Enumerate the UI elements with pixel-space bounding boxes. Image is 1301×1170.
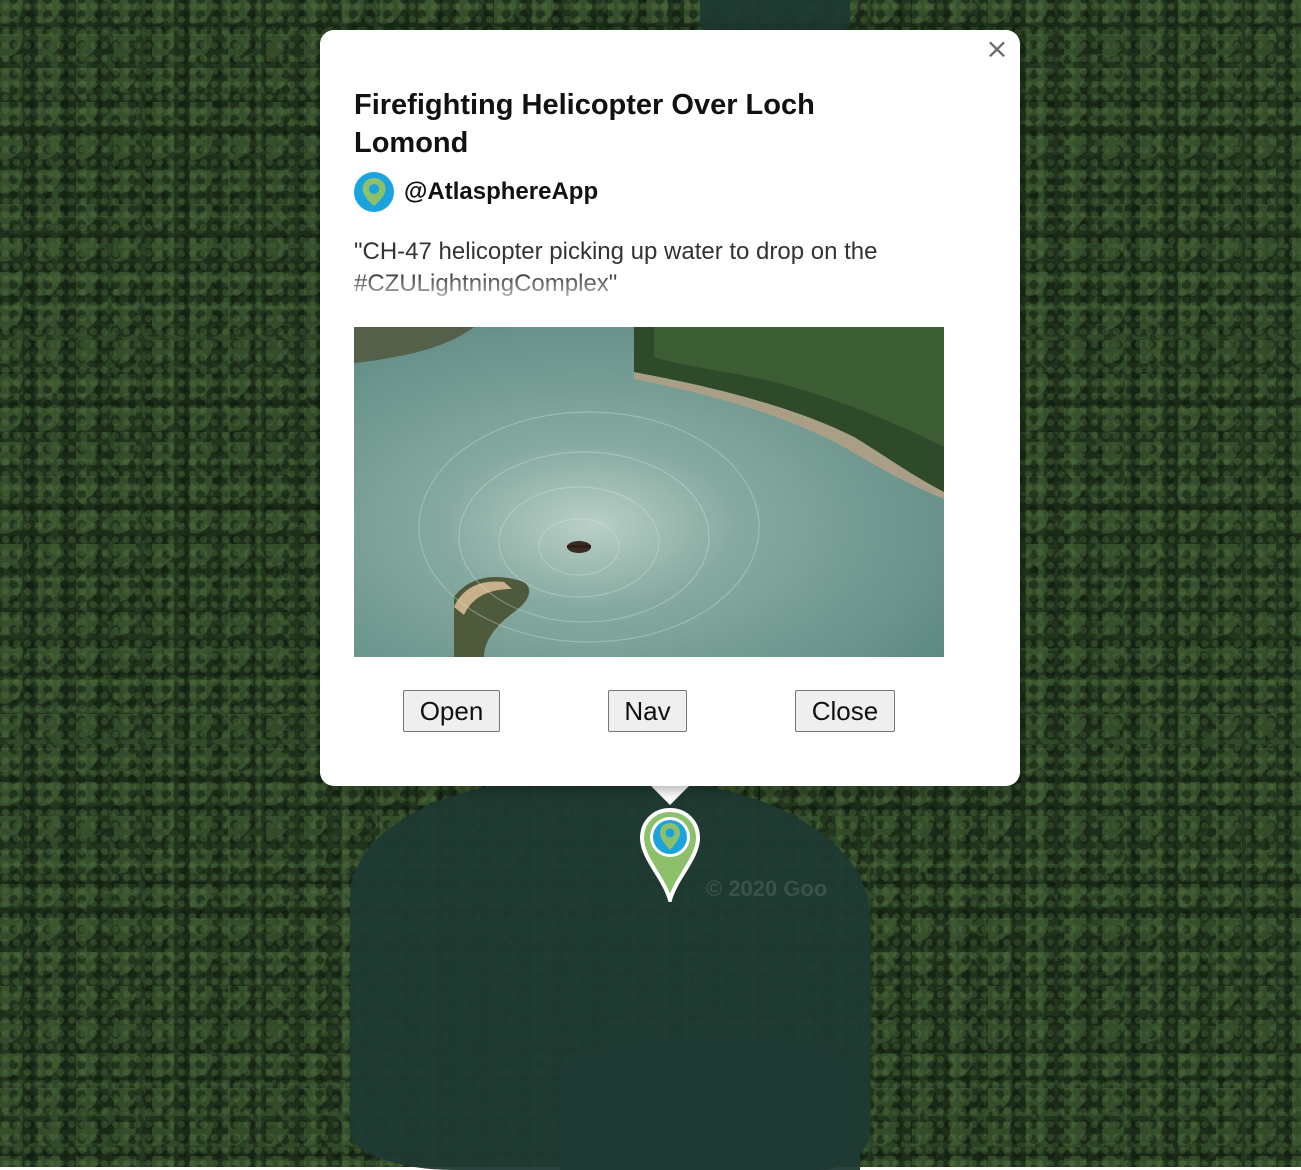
map-marker-icon[interactable] (639, 807, 701, 908)
author-row: @AtlasphereApp (354, 172, 598, 212)
lake-water-south (560, 1040, 860, 1170)
map-attribution-watermark: © 2020 Goo (706, 876, 828, 901)
post-quote: "CH-47 helicopter picking up water to dr… (354, 238, 878, 297)
nav-button[interactable]: Nav (608, 690, 687, 732)
post-quote-container: "CH-47 helicopter picking up water to dr… (354, 236, 954, 302)
close-icon[interactable]: × (982, 34, 1012, 64)
post-title: Firefighting Helicopter Over Loch Lomond (354, 89, 815, 159)
open-button[interactable]: Open (403, 690, 500, 732)
popup-tip (649, 784, 691, 805)
map-popup: × Firefighting Helicopter Over Loch Lomo… (320, 30, 1020, 786)
author-handle[interactable]: @AtlasphereApp (404, 178, 598, 206)
helicopter-lake-image (354, 327, 944, 657)
avatar (354, 172, 394, 212)
video-thumbnail[interactable] (354, 327, 944, 657)
map-pin-icon (362, 178, 386, 206)
close-button[interactable]: Close (795, 690, 895, 732)
